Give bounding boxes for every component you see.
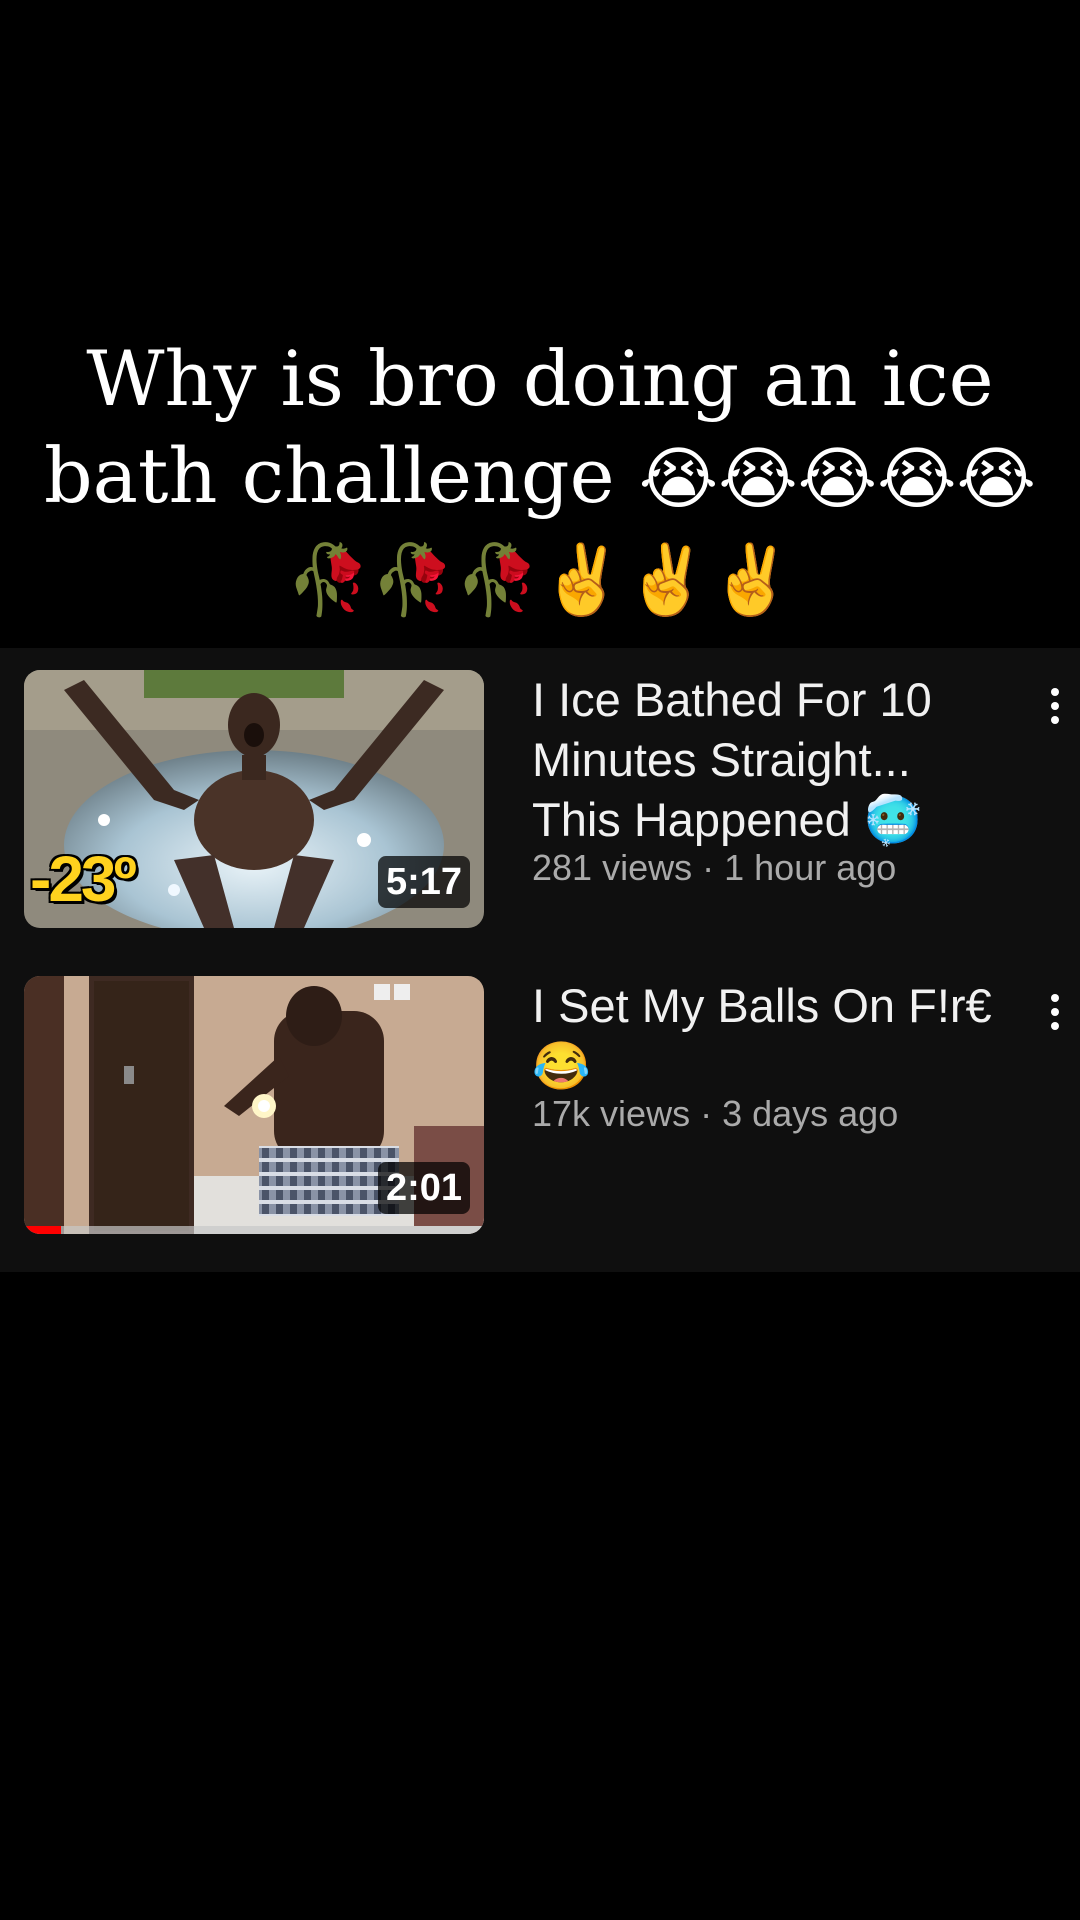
video-title[interactable]: I Set My Balls On F!r€ 😂 <box>532 976 1002 1096</box>
upload-age: 1 hour ago <box>724 847 897 888</box>
video-stats: 17k views · 3 days ago <box>532 1092 1002 1136</box>
duration-badge: 5:17 <box>377 856 470 908</box>
video-list-item[interactable]: 2:01 I Set My Balls On F!r€ 😂 17k views … <box>0 976 1080 1238</box>
video-thumbnail[interactable]: 2:01 <box>24 976 484 1234</box>
more-options-icon[interactable] <box>1038 688 1072 738</box>
video-list: -23º 5:17 I Ice Bathed For 10 Minutes St… <box>0 648 1080 1272</box>
view-count: 281 views <box>532 847 693 888</box>
upload-age: 3 days ago <box>722 1093 899 1134</box>
separator: · <box>702 847 715 888</box>
video-meta[interactable]: I Set My Balls On F!r€ 😂 17k views · 3 d… <box>532 976 1002 1136</box>
video-title[interactable]: I Ice Bathed For 10 Minutes Straight... … <box>532 670 1002 850</box>
caption-overlay: Why is bro doing an ice bath challenge 😭… <box>40 330 1040 629</box>
view-count: 17k views <box>532 1093 691 1134</box>
video-list-item[interactable]: -23º 5:17 I Ice Bathed For 10 Minutes St… <box>0 670 1080 932</box>
separator: · <box>700 1093 713 1134</box>
video-meta[interactable]: I Ice Bathed For 10 Minutes Straight... … <box>532 670 1002 890</box>
watch-progress-fill <box>24 1226 61 1234</box>
watch-progress-bar <box>24 1226 484 1234</box>
video-thumbnail[interactable]: -23º 5:17 <box>24 670 484 928</box>
temperature-badge: -23º <box>30 843 137 915</box>
duration-badge: 2:01 <box>377 1162 470 1214</box>
more-options-icon[interactable] <box>1038 994 1072 1044</box>
video-stats: 281 views · 1 hour ago <box>532 846 1002 890</box>
